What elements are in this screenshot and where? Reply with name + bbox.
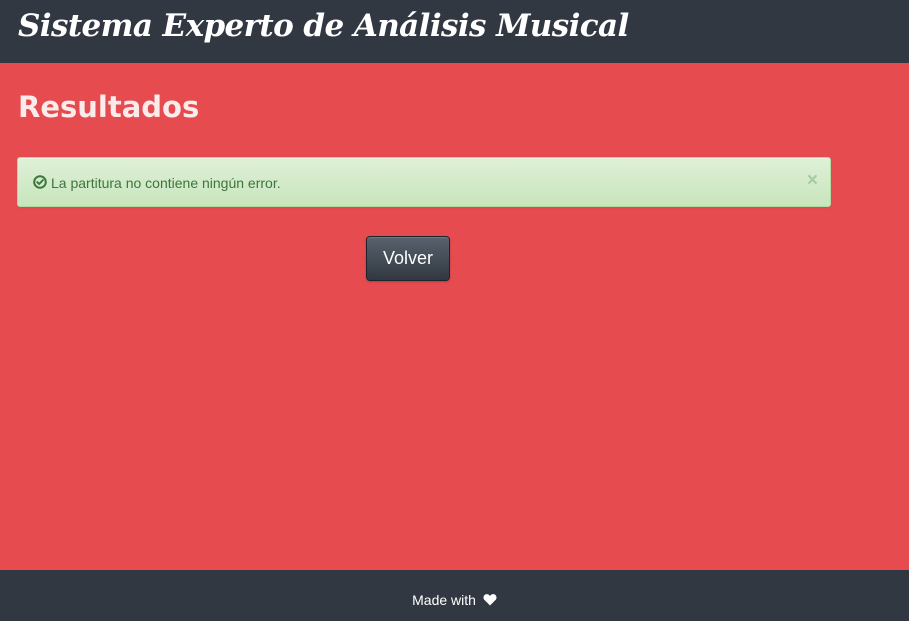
- top-navbar: Sistema Experto de Análisis Musical: [0, 0, 909, 63]
- footer: Made with: [0, 570, 909, 621]
- check-circle-icon: [33, 175, 47, 189]
- footer-text: Made with: [412, 592, 476, 608]
- main-content: Resultados La partitura no contiene ning…: [0, 63, 909, 570]
- back-button[interactable]: Volver: [366, 236, 450, 281]
- close-icon[interactable]: ×: [807, 171, 818, 191]
- brand-title[interactable]: Sistema Experto de Análisis Musical: [18, 6, 629, 46]
- success-alert: La partitura no contiene ningún error. ×: [17, 157, 831, 207]
- page-title: Resultados: [18, 90, 200, 124]
- alert-message: La partitura no contiene ningún error.: [51, 175, 281, 191]
- footer-credit: Made with: [0, 591, 909, 609]
- heart-icon: [483, 594, 497, 606]
